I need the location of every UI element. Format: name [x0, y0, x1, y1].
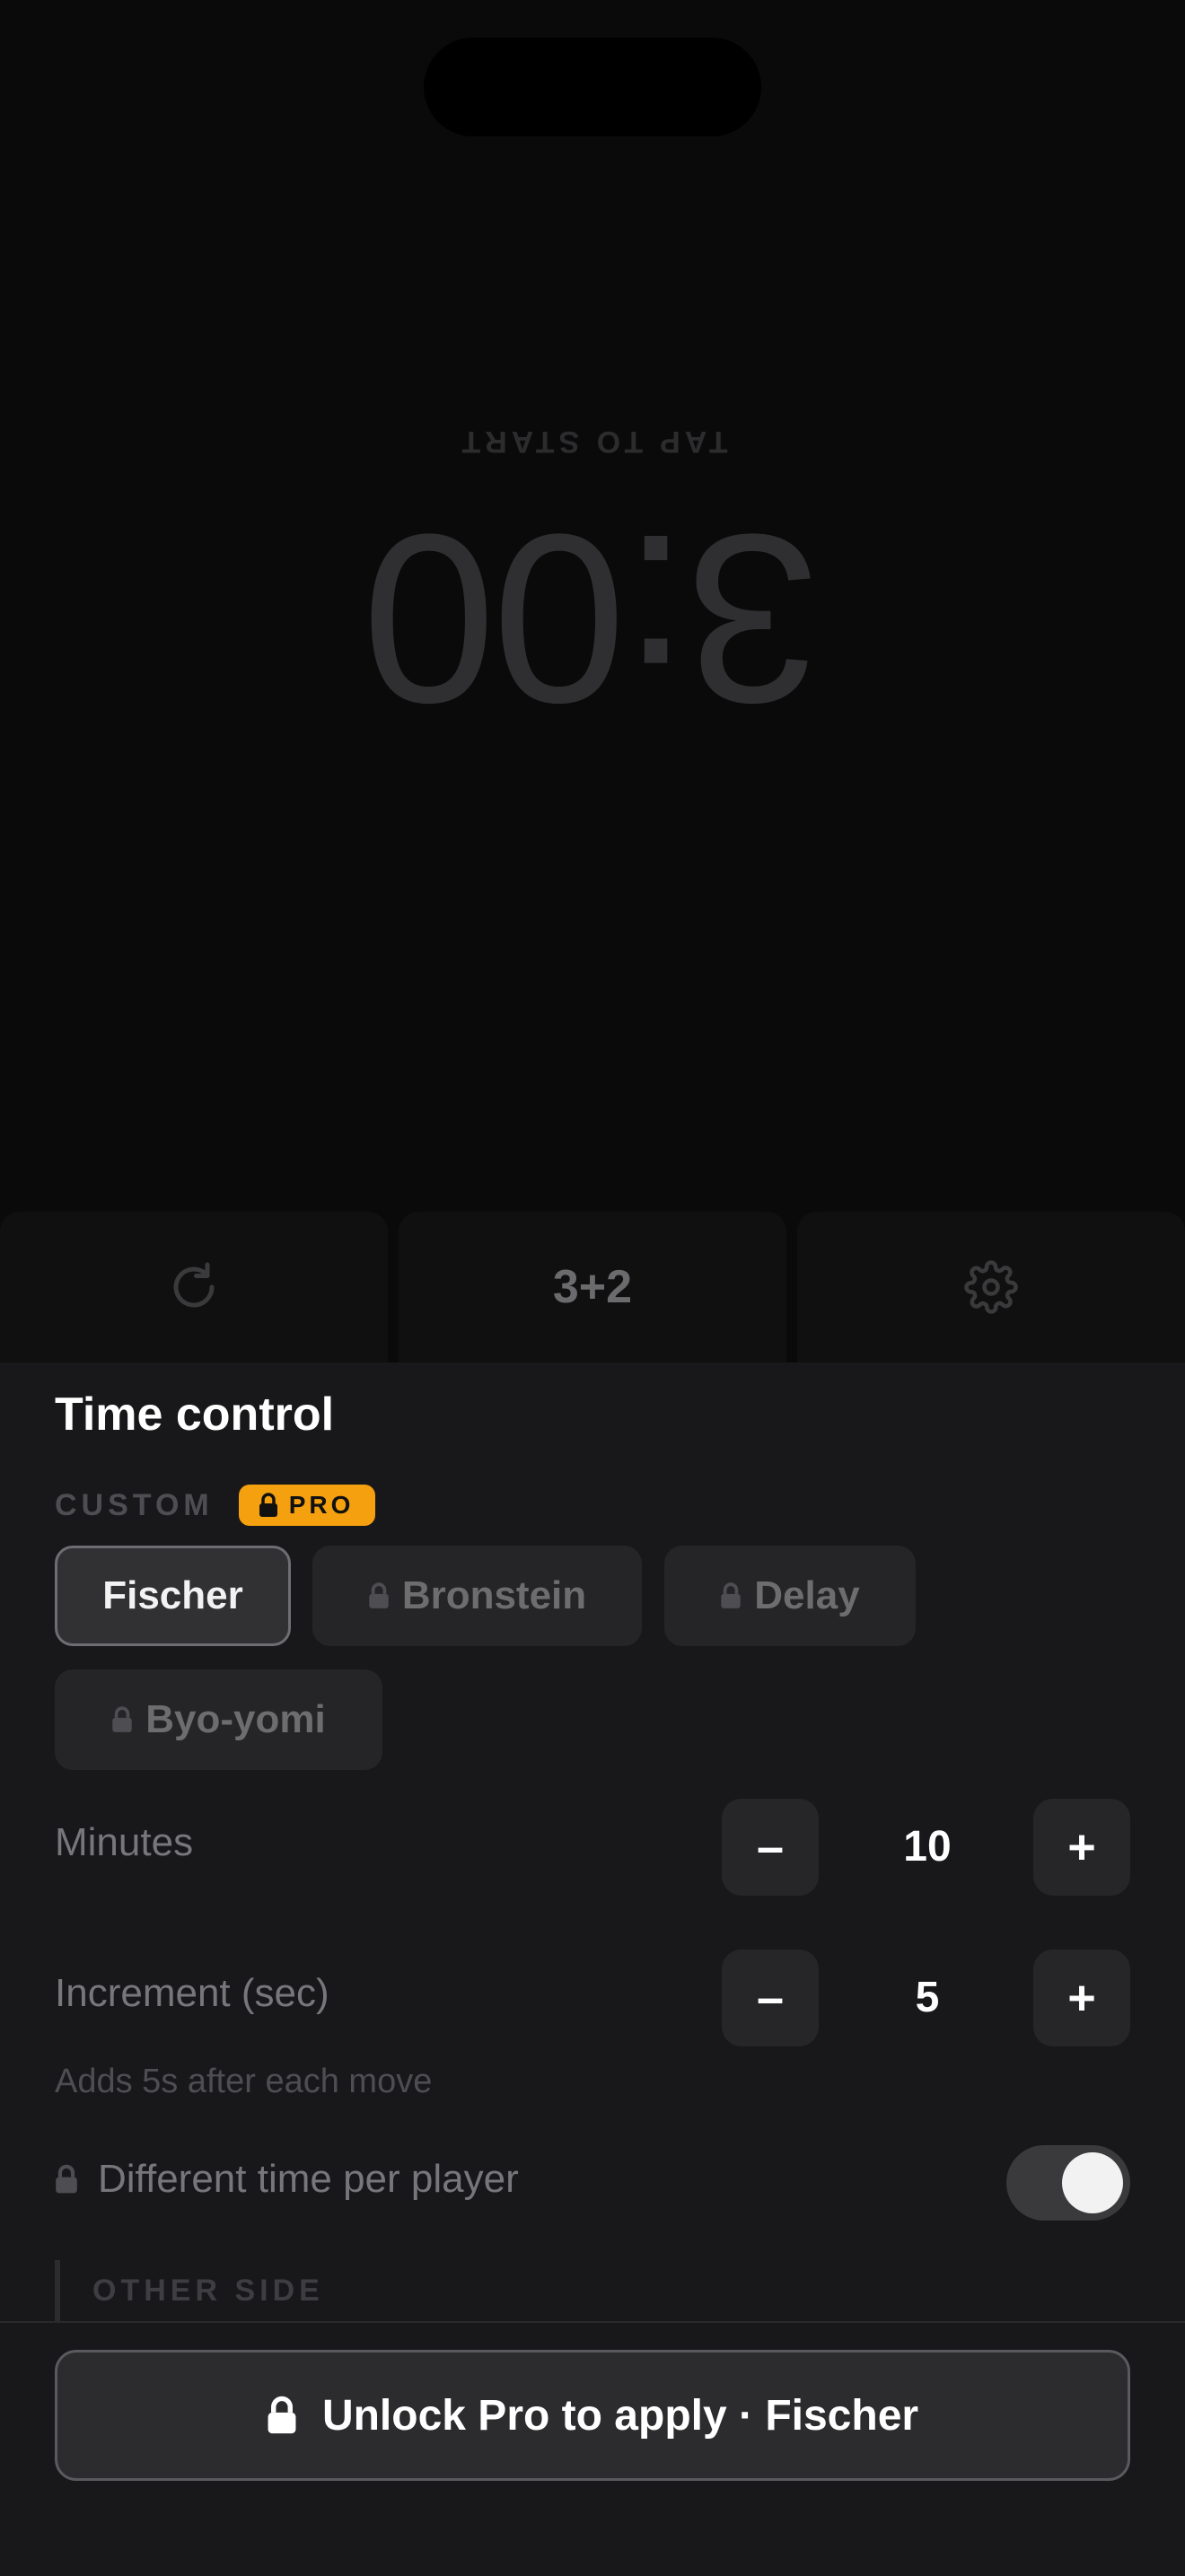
sheet-title: Time control: [55, 1389, 335, 1441]
different-time-toggle[interactable]: [1006, 2145, 1130, 2221]
lock-icon: [268, 2396, 296, 2434]
mode-chip-fischer[interactable]: Fischer: [55, 1546, 291, 1646]
different-time-row: Different time per player: [55, 2152, 519, 2206]
minutes-decrement-button[interactable]: –: [722, 1799, 819, 1896]
lock-icon: [112, 1706, 132, 1732]
reset-icon: [173, 1262, 215, 1308]
tap-to-start-label: TAP TO START: [457, 425, 728, 459]
lock-icon: [259, 1493, 277, 1517]
gear-icon: [964, 1260, 1018, 1314]
pro-badge: PRO: [238, 1485, 376, 1526]
other-side-label: OTHER SIDE: [55, 2260, 324, 2321]
time-control-sheet: Time control CUSTOM PRO Fischer Bronstei…: [0, 1362, 1185, 2576]
lock-icon: [369, 1582, 389, 1608]
pro-badge-label: PRO: [288, 1491, 355, 1519]
minutes-value: 10: [903, 1823, 952, 1871]
minutes-label: Minutes: [55, 1820, 194, 1864]
mode-chip-bronstein[interactable]: Bronstein: [312, 1546, 642, 1646]
lock-icon: [56, 2164, 77, 2194]
increment-value: 5: [915, 1974, 940, 2021]
control-bar: 3+2: [0, 1212, 1185, 1362]
clock-time-display: 3:00: [365, 485, 820, 754]
preset-label: 3+2: [552, 1261, 633, 1313]
mode-chip-byo-yomi[interactable]: Byo-yomi: [55, 1669, 382, 1770]
increment-decrement-button[interactable]: –: [722, 1950, 819, 2046]
mode-chip-label: Bronstein: [401, 1573, 587, 1617]
unlock-pro-label: Unlock Pro to apply · Fischer: [321, 2391, 919, 2440]
mode-chip-label: Delay: [754, 1573, 860, 1617]
mode-chip-label: Fischer: [102, 1573, 243, 1617]
mode-chip-label: Byo-yomi: [145, 1697, 326, 1741]
custom-section-header: CUSTOM PRO: [55, 1483, 376, 1528]
preset-button[interactable]: 3+2: [399, 1212, 786, 1362]
toggle-knob: [1062, 2152, 1123, 2213]
unlock-pro-button[interactable]: Unlock Pro to apply · Fischer: [55, 2350, 1130, 2481]
mode-chip-delay[interactable]: Delay: [664, 1546, 916, 1646]
dynamic-island: [424, 38, 761, 136]
custom-section-label: CUSTOM: [55, 1487, 214, 1522]
lock-icon: [721, 1582, 741, 1608]
increment-label: Increment (sec): [55, 1971, 329, 2015]
settings-button[interactable]: [797, 1212, 1185, 1362]
different-time-label: Different time per player: [98, 2157, 519, 2201]
increment-increment-button[interactable]: +: [1033, 1950, 1130, 2046]
increment-hint: Adds 5s after each move: [55, 2063, 433, 2100]
reset-button[interactable]: [0, 1212, 388, 1362]
opponent-clock-panel[interactable]: TAP TO START 3:00: [0, 0, 1185, 1212]
minutes-increment-button[interactable]: +: [1033, 1799, 1130, 1896]
sheet-footer: Unlock Pro to apply · Fischer: [0, 2321, 1185, 2576]
